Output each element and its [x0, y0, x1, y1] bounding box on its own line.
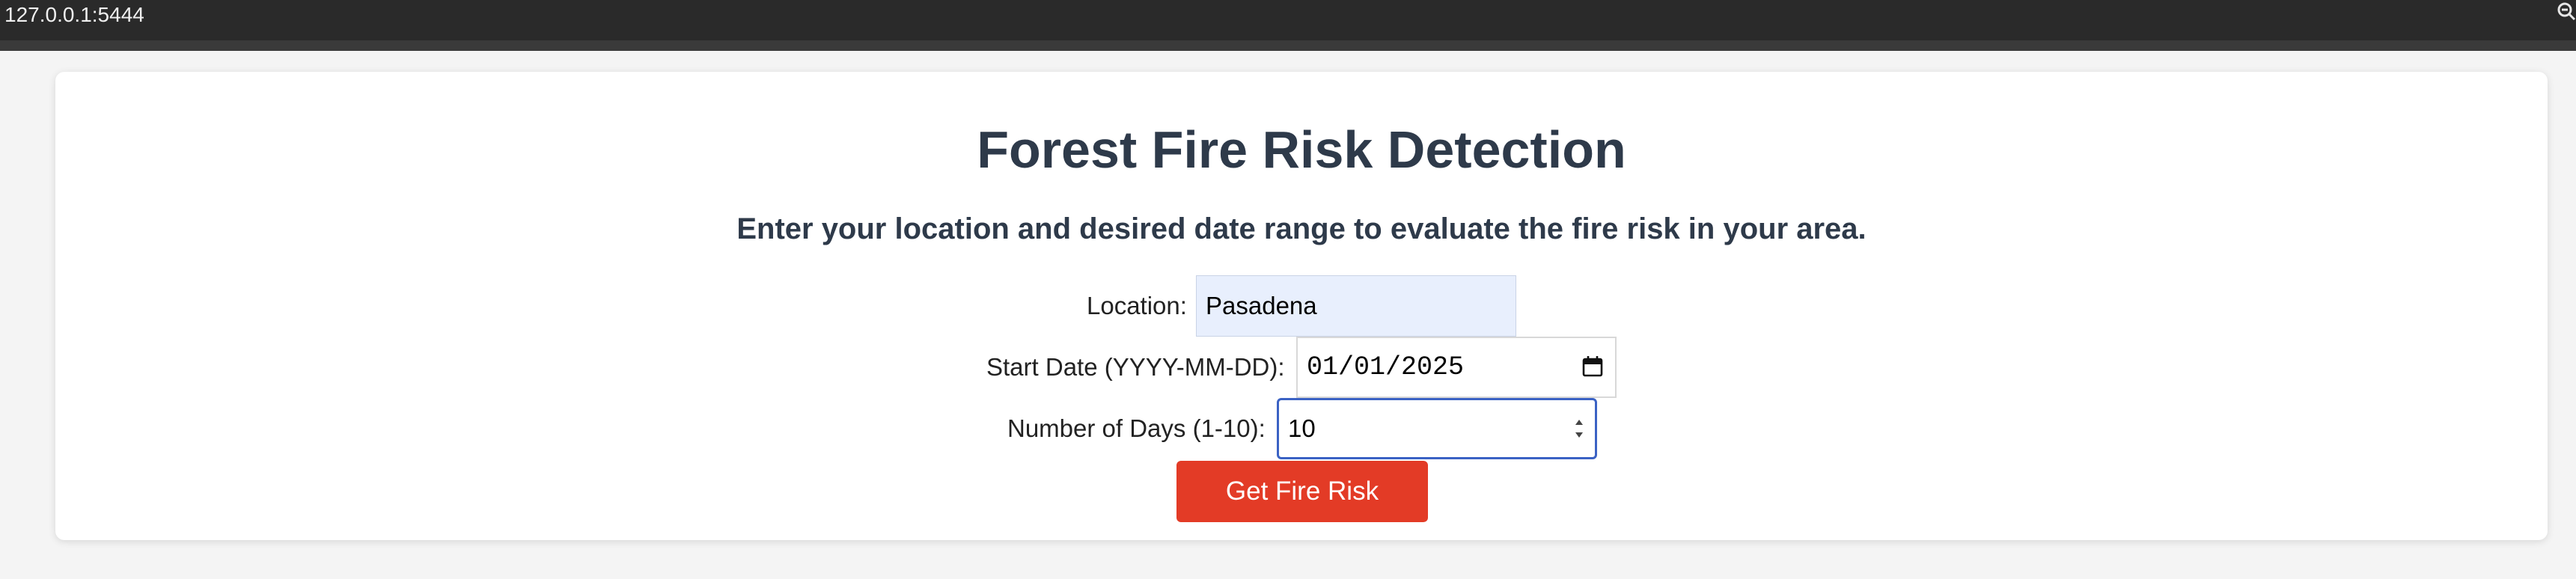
page-title: Forest Fire Risk Detection	[977, 120, 1626, 179]
browser-toolbar-divider	[0, 40, 2576, 51]
start-date-input[interactable]: 01/01/2025	[1296, 337, 1617, 398]
get-fire-risk-button[interactable]: Get Fire Risk	[1176, 461, 1428, 522]
start-date-label: Start Date (YYYY-MM-DD):	[986, 353, 1285, 381]
start-date-value: 01/01/2025	[1307, 352, 1465, 382]
fire-risk-card: Forest Fire Risk Detection Enter your lo…	[55, 72, 2548, 540]
browser-bar: 127.0.0.1:5444	[0, 0, 2576, 40]
address-url[interactable]: 127.0.0.1:5444	[4, 3, 144, 27]
days-input[interactable]: 10	[1277, 398, 1597, 459]
location-label: Location:	[1087, 292, 1187, 319]
location-input[interactable]: Pasadena	[1196, 275, 1516, 337]
page-subtitle: Enter your location and desired date ran…	[736, 212, 1867, 245]
days-value: 10	[1288, 414, 1316, 442]
days-label: Number of Days (1-10):	[1007, 414, 1266, 442]
spinner-icon[interactable]	[1571, 414, 1587, 444]
calendar-icon[interactable]	[1581, 355, 1605, 379]
location-value: Pasadena	[1206, 292, 1317, 319]
zoom-out-icon[interactable]	[2557, 1, 2576, 21]
